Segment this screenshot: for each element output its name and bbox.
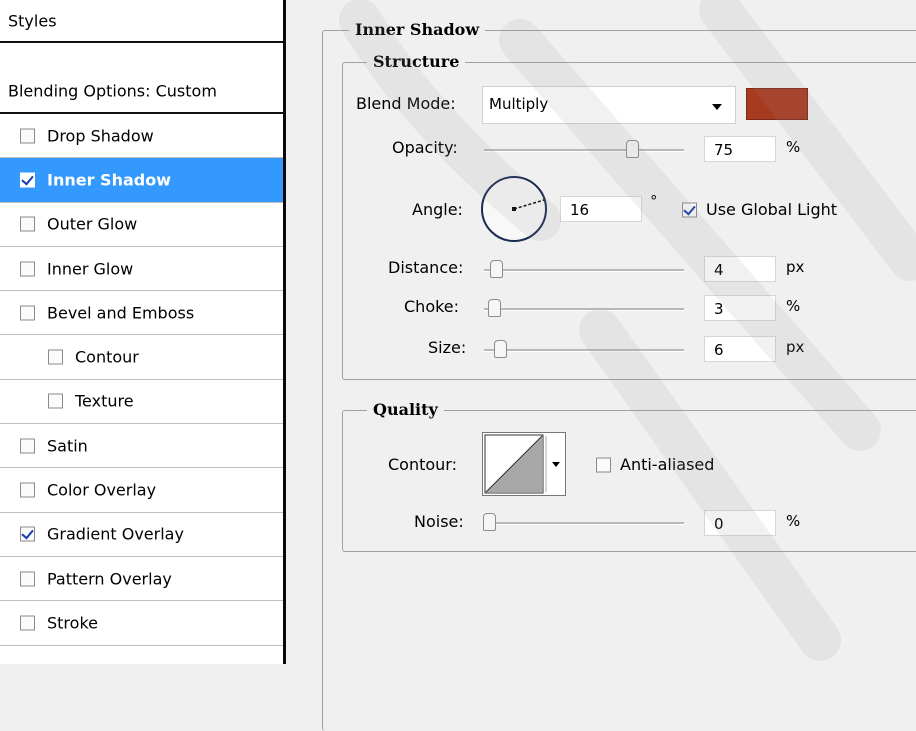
style-item-checkbox[interactable] [20,216,35,232]
style-item-checkbox[interactable] [20,526,35,542]
style-item-checkbox[interactable] [20,261,35,277]
style-item-checkbox[interactable] [20,482,35,498]
watermark-overlay [339,0,916,661]
style-item-label: Pattern Overlay [47,569,172,589]
style-item-stroke[interactable]: Stroke [0,601,283,646]
style-item-bevel-and-emboss[interactable]: Bevel and Emboss [0,291,283,336]
style-item-color-overlay[interactable]: Color Overlay [0,468,283,513]
style-item-contour[interactable]: Contour [0,336,283,380]
style-item-drop-shadow[interactable]: Drop Shadow [0,114,283,159]
style-item-label: Gradient Overlay [47,524,184,544]
style-item-label: Contour [75,347,139,367]
style-item-checkbox[interactable] [48,393,63,409]
style-item-inner-glow[interactable]: Inner Glow [0,247,283,292]
style-item-inner-shadow[interactable]: Inner Shadow [0,158,283,203]
blending-options-label: Blending Options: Custom [8,81,217,101]
style-item-label: Outer Glow [47,214,138,234]
style-item-satin[interactable]: Satin [0,424,283,469]
styles-list: Styles Blending Options: Custom Drop Sha… [0,0,286,664]
style-item-label: Inner Glow [47,259,134,279]
style-item-label: Inner Shadow [47,170,171,190]
blending-options-item[interactable]: Blending Options: Custom [0,70,283,114]
style-item-checkbox[interactable] [20,571,35,587]
styles-header-label: Styles [8,11,57,30]
style-item-label: Bevel and Emboss [47,303,195,323]
style-item-checkbox[interactable] [20,438,35,454]
style-item-label: Color Overlay [47,480,157,500]
styles-header[interactable]: Styles [0,0,283,43]
style-item-checkbox[interactable] [20,305,35,321]
style-item-label: Texture [75,391,134,411]
style-item-checkbox[interactable] [20,128,35,144]
style-item-outer-glow[interactable]: Outer Glow [0,203,283,247]
style-item-checkbox[interactable] [20,615,35,631]
style-item-texture[interactable]: Texture [0,380,283,425]
style-item-gradient-overlay[interactable]: Gradient Overlay [0,513,283,557]
style-item-label: Drop Shadow [47,126,154,146]
style-item-pattern-overlay[interactable]: Pattern Overlay [0,557,283,602]
style-item-checkbox[interactable] [48,349,63,365]
style-item-label: Stroke [47,613,98,633]
style-item-checkbox[interactable] [20,172,35,188]
style-item-label: Satin [47,436,88,456]
